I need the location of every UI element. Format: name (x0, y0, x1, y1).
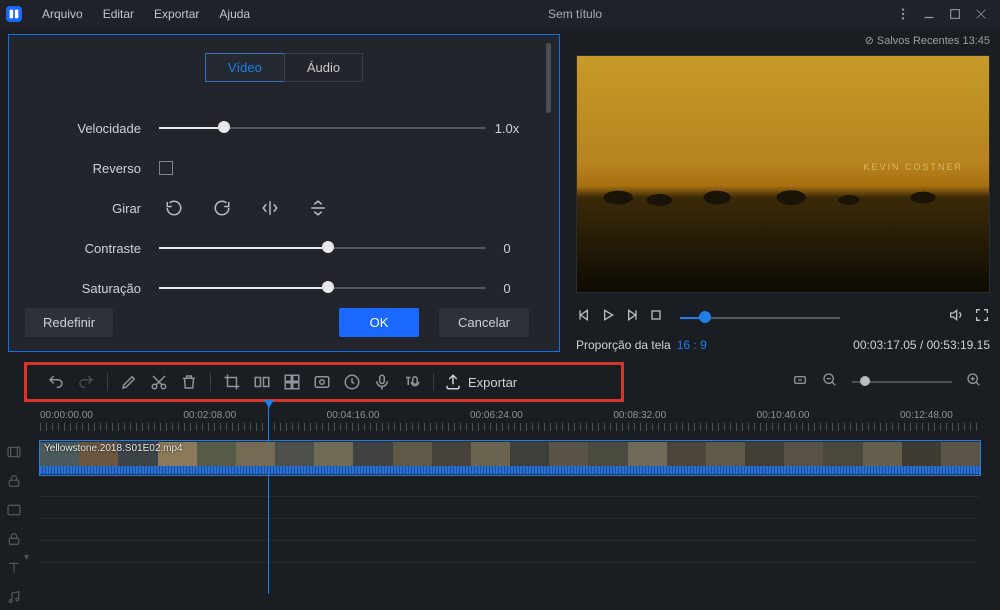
video-preview[interactable]: KEVIN COSTNER (576, 55, 990, 293)
tab-video[interactable]: Vídeo (205, 53, 284, 82)
fit-icon[interactable] (792, 372, 808, 393)
menu-edit[interactable]: Editar (93, 7, 144, 21)
cut-icon[interactable] (144, 367, 174, 397)
aspect-label: Proporção da tela (576, 338, 671, 352)
play-button[interactable] (600, 307, 616, 328)
zoom-slider[interactable] (852, 381, 952, 383)
lock2-icon[interactable] (6, 531, 36, 552)
cancel-button[interactable]: Cancelar (439, 308, 529, 337)
aspect-value[interactable]: 16 : 9 (677, 338, 707, 352)
track-4[interactable] (40, 519, 980, 541)
voice-icon[interactable] (367, 367, 397, 397)
menu-file[interactable]: Arquivo (32, 7, 93, 21)
minimize-icon[interactable] (916, 1, 942, 27)
video-clip[interactable]: Yellowstone.2018.S01E02.mp4 (40, 441, 980, 475)
saturation-label: Saturação (29, 281, 159, 296)
zoom-in-icon[interactable] (966, 372, 982, 393)
maximize-icon[interactable] (942, 1, 968, 27)
time-ruler[interactable]: 00:00:00.0000:02:08.0000:04:16.00 00:06:… (40, 410, 980, 421)
next-frame-button[interactable] (624, 307, 640, 328)
panel-scrollbar[interactable] (546, 43, 551, 113)
preview-credit-text: KEVIN COSTNER (863, 162, 963, 172)
editing-toolbar: Exportar (24, 362, 624, 402)
video-track2-icon[interactable] (6, 502, 36, 523)
titlebar: Arquivo Editar Exportar Ajuda Sem título (0, 0, 1000, 28)
speed-icon[interactable] (337, 367, 367, 397)
timeline: 00:00:00.0000:02:08.0000:04:16.00 00:06:… (0, 404, 1000, 563)
track-5[interactable] (40, 541, 980, 563)
split-icon[interactable] (247, 367, 277, 397)
rotate-ccw-icon[interactable] (165, 199, 183, 217)
zoom-out-icon[interactable] (822, 372, 838, 393)
speed-value: 1.0x (485, 121, 529, 136)
flip-horizontal-icon[interactable] (261, 199, 279, 217)
clip-filename: Yellowstone.2018.S01E02.mp4 (44, 443, 183, 454)
delete-icon[interactable] (174, 367, 204, 397)
progress-slider[interactable] (680, 317, 840, 319)
collapse-tracks-icon[interactable]: ▾ (24, 552, 29, 563)
record-icon[interactable] (307, 367, 337, 397)
text-track-icon[interactable] (6, 560, 36, 581)
contrast-slider[interactable] (159, 247, 485, 249)
rotate-label: Girar (29, 201, 159, 216)
rotate-cw-icon[interactable] (213, 199, 231, 217)
speed-label: Velocidade (29, 121, 159, 136)
contrast-label: Contraste (29, 241, 159, 256)
menu-help[interactable]: Ajuda (209, 7, 260, 21)
save-status: ⊘ Salvos Recentes 13:45 (576, 34, 990, 47)
transport-controls (576, 307, 990, 328)
saturation-value: 0 (485, 281, 529, 296)
flip-vertical-icon[interactable] (309, 199, 327, 217)
mosaic-icon[interactable] (277, 367, 307, 397)
track-2[interactable] (40, 475, 980, 497)
app-logo (6, 6, 22, 22)
speed-slider[interactable] (159, 127, 485, 129)
time-display: 00:03:17.05 / 00:53:19.15 (853, 338, 990, 352)
reset-button[interactable]: Redefinir (25, 308, 113, 337)
tts-icon[interactable] (397, 367, 427, 397)
video-properties-panel: Vídeo Áudio Velocidade 1.0x Reverso Gira… (8, 34, 560, 352)
crop-icon[interactable] (217, 367, 247, 397)
undo-icon[interactable] (41, 367, 71, 397)
saturation-slider[interactable] (159, 287, 485, 289)
time-ticks[interactable] (40, 423, 980, 431)
audio-track-icon[interactable] (6, 589, 36, 610)
video-track-icon[interactable] (6, 444, 36, 465)
playhead[interactable] (268, 404, 269, 594)
ok-button[interactable]: OK (339, 308, 419, 337)
redo-icon[interactable] (71, 367, 101, 397)
track-3[interactable] (40, 497, 980, 519)
fullscreen-icon[interactable] (974, 307, 990, 328)
reverse-checkbox[interactable] (159, 161, 173, 175)
reverse-label: Reverso (29, 161, 159, 176)
prev-frame-button[interactable] (576, 307, 592, 328)
menu-export[interactable]: Exportar (144, 7, 209, 21)
volume-icon[interactable] (948, 307, 964, 328)
contrast-value: 0 (485, 241, 529, 256)
more-icon[interactable] (890, 1, 916, 27)
edit-icon[interactable] (114, 367, 144, 397)
window-title: Sem título (260, 7, 890, 21)
tab-audio[interactable]: Áudio (284, 53, 363, 82)
stop-button[interactable] (648, 307, 664, 328)
lock-icon[interactable] (6, 473, 36, 494)
export-button[interactable]: Exportar (444, 373, 517, 391)
close-icon[interactable] (968, 1, 994, 27)
